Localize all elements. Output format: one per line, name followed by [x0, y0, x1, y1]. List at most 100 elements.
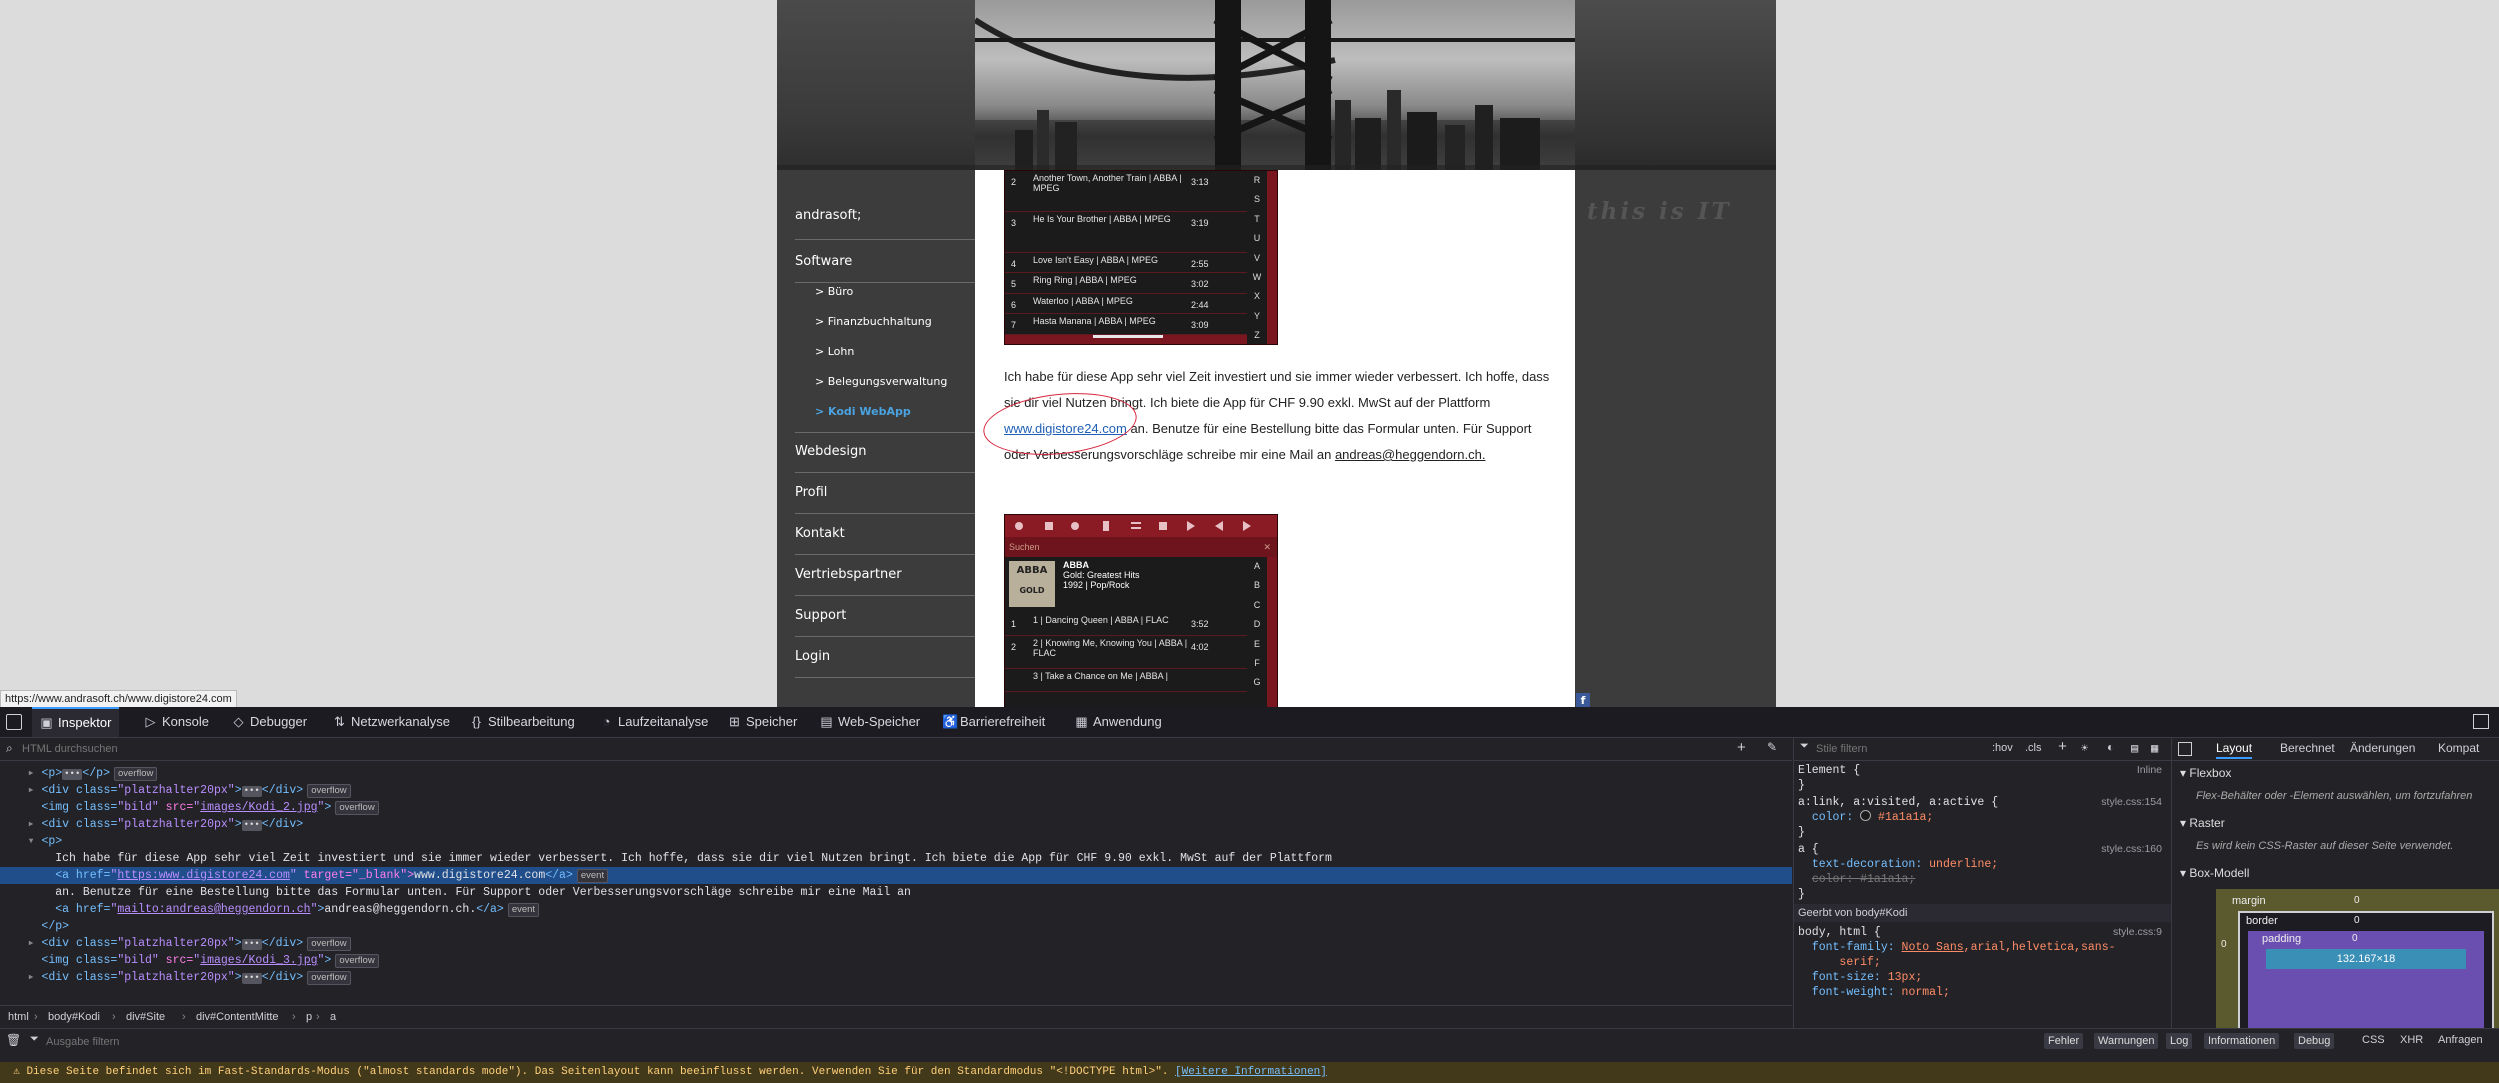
alphabet-letter[interactable]: S — [1247, 190, 1267, 209]
breadcrumb-item[interactable]: p — [306, 1006, 312, 1028]
alphabet-letter[interactable]: E — [1247, 635, 1267, 654]
alphabet-letter[interactable]: C — [1247, 596, 1267, 615]
document-icon[interactable]: ▦ — [2151, 741, 2158, 756]
dark-mode-icon[interactable]: ◐ — [2107, 741, 2114, 755]
console-filter-2[interactable]: Log — [2166, 1033, 2193, 1049]
eyedropper-icon[interactable]: ✎ — [1767, 740, 1777, 754]
sidebar-item-support[interactable]: Support — [795, 608, 975, 623]
tab-speicher[interactable]: ⊞ Speicher — [720, 707, 805, 737]
grid-section-header[interactable]: ▾ Raster — [2180, 816, 2225, 830]
tree-text-node[interactable]: Ich habe für diese App sehr viel Zeit in… — [0, 850, 1792, 867]
tab-stilbearbeitung[interactable]: {} Stilbearbeitung — [462, 707, 583, 737]
hov-toggle[interactable]: :hov — [1992, 742, 2013, 754]
alphabet-letter[interactable]: U — [1247, 229, 1267, 248]
print-icon[interactable]: ▤ — [2131, 741, 2138, 756]
sidebar-sub-buero[interactable]: > Büro — [815, 285, 853, 298]
breadcrumb-item[interactable]: div#ContentMitte — [196, 1006, 279, 1028]
alphabet-letter[interactable]: R — [1247, 171, 1267, 190]
layout-tab-0[interactable]: Layout — [2216, 741, 2253, 759]
tree-node[interactable]: ▸ <div class="platzhalter20px"> ••• </div>… — [0, 969, 1792, 986]
tab-web-speicher[interactable]: ▤ Web-Speicher — [812, 707, 928, 737]
mail-link[interactable]: andreas@heggendorn.ch. — [1335, 447, 1486, 462]
track-row[interactable]: 1 1 | Dancing Queen | ABBA | FLAC 3:52 — [1005, 613, 1247, 636]
boxmodel-section-header[interactable]: ▾ Box-Modell — [2180, 866, 2249, 880]
layout-tab-3[interactable]: Kompat — [2438, 741, 2479, 755]
sidebar-item-profil[interactable]: Profil — [795, 485, 975, 500]
alphabet-letter[interactable]: W — [1247, 268, 1267, 287]
tab-laufzeitanalyse[interactable]: ◔ Laufzeitanalyse — [592, 707, 716, 737]
breadcrumb-item[interactable]: div#Site — [126, 1006, 165, 1028]
alphabet-letter[interactable]: A — [1247, 557, 1267, 576]
track-row[interactable]: 5 Ring Ring | ABBA | MPEG 3:02 — [1005, 273, 1247, 294]
tree-node[interactable]: ▸ <div class="platzhalter20px"> ••• </div>… — [0, 782, 1792, 799]
tree-node[interactable]: <img class="bild" src="images/Kodi_2.jpg… — [0, 799, 1792, 816]
element-picker-icon[interactable] — [6, 714, 22, 730]
styles-filter-input[interactable] — [1814, 740, 1978, 758]
sidebar-item-vertriebspartner[interactable]: Vertriebspartner — [795, 567, 975, 582]
brand-link[interactable]: andrasoft; — [795, 208, 975, 223]
track-row[interactable]: 3 He Is Your Brother | ABBA | MPEG 3:19 — [1005, 212, 1247, 253]
sidebar-sub-lohn[interactable]: > Lohn — [815, 345, 854, 358]
tree-node[interactable]: ▸ <div class="platzhalter20px"> ••• </div> — [0, 816, 1792, 833]
sidebar-item-software[interactable]: Software — [795, 254, 975, 269]
alphabet-letter[interactable]: F — [1247, 654, 1267, 673]
tab-anwendung[interactable]: ▦ Anwendung — [1067, 707, 1170, 737]
layout-tab-2[interactable]: Änderungen — [2350, 741, 2415, 755]
tree-node[interactable]: </p> — [0, 918, 1792, 935]
facebook-icon[interactable]: f — [1576, 693, 1590, 707]
track-row[interactable]: 2 2 | Knowing Me, Knowing You | ABBA | F… — [1005, 636, 1247, 669]
console-filter-input[interactable] — [44, 1033, 348, 1051]
track-row[interactable]: 4 Love Isn't Easy | ABBA | MPEG 2:55 — [1005, 253, 1247, 274]
alphabet-letter[interactable]: Z — [1247, 326, 1267, 344]
cls-toggle[interactable]: .cls — [2025, 742, 2042, 754]
more-info-link[interactable]: [Weitere Informationen] — [1175, 1066, 1327, 1078]
sidebar-toggle-icon[interactable] — [2178, 742, 2192, 756]
track-row[interactable]: 2 Another Town, Another Train | ABBA | M… — [1005, 171, 1247, 212]
alphabet-letter[interactable]: T — [1247, 210, 1267, 229]
alphabet-letter[interactable]: V — [1247, 249, 1267, 268]
track-row[interactable]: 6 Waterloo | ABBA | MPEG 2:44 — [1005, 294, 1247, 315]
sidebar-sub-finanzbuchhaltung[interactable]: > Finanzbuchhaltung — [815, 315, 932, 328]
console-filter-4[interactable]: Debug — [2294, 1033, 2335, 1049]
tab-debugger[interactable]: ◇ Debugger — [224, 707, 315, 737]
tab-netzwerkanalyse[interactable]: ⇅ Netzwerkanalyse — [325, 707, 458, 737]
tree-node-selected[interactable]: <a href="https:www.digistore24.com" targ… — [0, 867, 1792, 884]
alphabet-letter[interactable]: B — [1247, 576, 1267, 595]
flexbox-section-header[interactable]: ▾ Flexbox — [2180, 766, 2231, 780]
tree-node[interactable]: <a href="mailto:andreas@heggendorn.ch">a… — [0, 901, 1792, 918]
alphabet-letter[interactable]: X — [1247, 287, 1267, 306]
add-rule-icon[interactable]: + — [2058, 739, 2067, 756]
add-node-icon[interactable]: + — [1737, 739, 1746, 756]
console-filter-0[interactable]: Fehler — [2044, 1033, 2084, 1049]
tab-inspektor[interactable]: ▣ Inspektor — [32, 707, 120, 737]
tree-text-node[interactable]: an. Benutze für eine Bestellung bitte da… — [0, 884, 1792, 901]
track-row[interactable]: 3 | Take a Chance on Me | ABBA | — [1005, 669, 1247, 692]
track-row[interactable]: 7 Hasta Manana | ABBA | MPEG 3:09 — [1005, 314, 1247, 335]
console-filter-3[interactable]: Informationen — [2204, 1033, 2280, 1049]
alphabet-letter[interactable]: G — [1247, 673, 1267, 692]
tree-node[interactable]: ▸ <div class="platzhalter20px"> ••• </div>… — [0, 935, 1792, 952]
sidebar-sub-kodi-webapp[interactable]: > Kodi WebApp — [815, 405, 911, 418]
tab-konsole[interactable]: ▷ Konsole — [136, 707, 217, 737]
breadcrumb-item[interactable]: body#Kodi — [48, 1006, 100, 1028]
light-mode-icon[interactable]: ☀ — [2081, 741, 2088, 756]
sidebar-item-webdesign[interactable]: Webdesign — [795, 444, 975, 459]
breadcrumb-item[interactable]: html — [8, 1006, 29, 1028]
trash-icon[interactable]: 🗑 — [6, 1033, 21, 1047]
tree-node[interactable]: ▾ <p> — [0, 833, 1792, 850]
console-type-1[interactable]: XHR — [2400, 1034, 2423, 1046]
sidebar-item-kontakt[interactable]: Kontakt — [795, 526, 975, 541]
layout-tab-1[interactable]: Berechnet — [2280, 741, 2335, 755]
breadcrumb-item[interactable]: a — [330, 1006, 336, 1028]
sidebar-item-login[interactable]: Login — [795, 649, 975, 664]
tree-node[interactable]: <img class="bild" src="images/Kodi_3.jpg… — [0, 952, 1792, 969]
alphabet-letter[interactable]: Y — [1247, 307, 1267, 326]
console-type-0[interactable]: CSS — [2362, 1034, 2385, 1046]
tree-node[interactable]: ▸ <p> ••• </p> overflow — [0, 765, 1792, 782]
alphabet-letter[interactable]: D — [1247, 615, 1267, 634]
sidebar-sub-belegungsverwaltung[interactable]: > Belegungsverwaltung — [815, 375, 947, 388]
tab-barrierefreiheit[interactable]: ♿ Barrierefreiheit — [934, 707, 1053, 737]
html-search-input[interactable] — [20, 740, 424, 758]
console-filter-1[interactable]: Warnungen — [2094, 1033, 2159, 1049]
console-type-2[interactable]: Anfragen — [2438, 1034, 2483, 1046]
